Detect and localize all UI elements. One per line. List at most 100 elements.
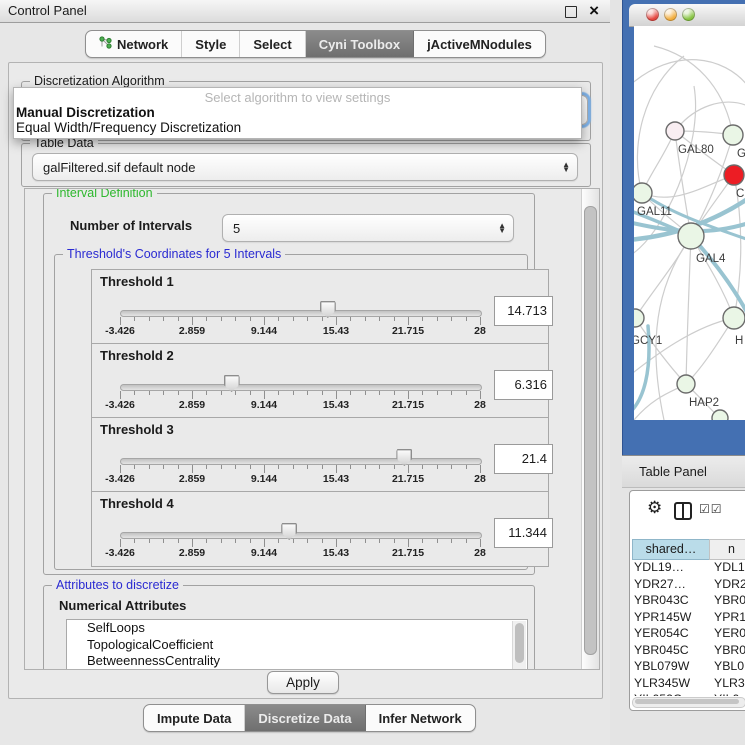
tab-infer-network[interactable]: Infer Network — [366, 705, 475, 731]
table-data-combobox[interactable]: galFiltered.sif default node ▲▼ — [32, 153, 578, 181]
threshold-value-field[interactable]: 6.316 — [494, 370, 553, 400]
select-columns-checkboxes-icon[interactable]: ☑☑ — [699, 502, 723, 516]
table-row[interactable]: YDL19… YDL1 — [632, 559, 745, 576]
minimize-window-button[interactable] — [664, 8, 677, 21]
cell-name[interactable]: YER0 — [714, 625, 745, 642]
table-row[interactable]: YBL079W YBL0 — [632, 658, 745, 675]
cell-name[interactable]: YBR0 — [714, 592, 745, 609]
attribute-item[interactable]: BetweennessCentrality — [67, 653, 527, 670]
combo-stepper-icon: ▲▼ — [562, 154, 570, 180]
cell-shared-name[interactable]: YLR345W — [634, 675, 690, 692]
threshold-slider[interactable]: -3.4262.8599.14415.4321.71528 — [120, 418, 480, 492]
attributes-group-label: Attributes to discretize — [52, 578, 183, 592]
cell-shared-name[interactable]: YBR043C — [634, 592, 689, 609]
columns-icon[interactable] — [674, 502, 692, 520]
cell-shared-name[interactable]: YDR27… — [634, 576, 686, 593]
threshold-value-field[interactable]: 14.713 — [494, 296, 553, 326]
close-window-button[interactable] — [646, 8, 659, 21]
zoom-window-button[interactable] — [682, 8, 695, 21]
tab-select[interactable]: Select — [240, 31, 305, 57]
table-horizontal-scrollbar[interactable] — [632, 697, 745, 708]
table-rows: YDL19…YDL1YDR27…YDR2YBR043CYBR0YPR145WYP… — [632, 559, 745, 696]
attributes-list-scrollbar[interactable] — [512, 621, 526, 670]
network-node-hap2[interactable] — [677, 375, 695, 393]
thresholds-group-label: Threshold's Coordinates for 5 Intervals — [63, 247, 285, 261]
column-header-shared-name[interactable]: shared… — [632, 539, 710, 560]
apply-button[interactable]: Apply — [267, 671, 339, 694]
scrollbar-thumb[interactable] — [635, 699, 739, 704]
table-row[interactable]: YBR045C YBR0 — [632, 642, 745, 659]
network-node-gal4[interactable] — [678, 223, 704, 249]
tab-label: Network — [117, 37, 168, 52]
threshold-row: Threshold 3 -3.4262.8599.14415.4321.7152… — [91, 417, 549, 493]
table-header-row: shared… n — [630, 539, 745, 559]
tab-style[interactable]: Style — [182, 31, 240, 57]
network-node[interactable] — [712, 410, 728, 420]
number-of-intervals-value: 5 — [233, 221, 240, 236]
network-node-gcy1[interactable] — [634, 309, 644, 327]
tab-jactivemnodules[interactable]: jActiveMNodules — [414, 31, 545, 57]
tick-label: 28 — [474, 325, 486, 337]
tick-label: 15.43 — [323, 547, 349, 559]
network-node-gal11[interactable] — [634, 183, 652, 203]
threshold-slider[interactable]: -3.4262.8599.14415.4321.71528 — [120, 344, 480, 418]
cell-shared-name[interactable]: YER054C — [634, 625, 689, 642]
attribute-item[interactable]: SelfLoops — [67, 620, 527, 637]
cell-shared-name[interactable]: YIL052C — [634, 691, 682, 696]
cell-shared-name[interactable]: YBL079W — [634, 658, 689, 675]
tick-label: 9.144 — [251, 325, 277, 337]
algorithm-item-equal-width-frequency[interactable]: Equal Width/Frequency Discretization — [16, 120, 241, 135]
cell-name[interactable]: YPR1 — [714, 609, 745, 626]
float-window-icon[interactable] — [565, 6, 577, 18]
table-row[interactable]: YPR145W YPR1 — [632, 609, 745, 626]
slider-tick-labels: -3.4262.8599.14415.4321.71528 — [120, 399, 480, 412]
table-row[interactable]: YLR345W YLR3 — [632, 675, 745, 692]
gear-icon[interactable]: ⚙ — [647, 498, 662, 518]
slider-track[interactable] — [120, 532, 482, 539]
table-row[interactable]: YER054C YER0 — [632, 625, 745, 642]
tick-label: 2.859 — [179, 547, 205, 559]
cell-name[interactable]: YDL1 — [714, 559, 745, 576]
cell-name[interactable]: YBL0 — [714, 658, 744, 675]
close-icon[interactable]: × — [589, 0, 599, 22]
tick-label: 21.715 — [392, 547, 424, 559]
network-canvas[interactable]: GAL80GACGAL11GAL4GCY1HHAP2 — [634, 26, 745, 420]
slider-track[interactable] — [120, 458, 482, 465]
tab-impute-data[interactable]: Impute Data — [144, 705, 245, 731]
tab-discretize-data[interactable]: Discretize Data — [245, 705, 365, 731]
numerical-attributes-list[interactable]: SelfLoopsTopologicalCoefficientBetweenne… — [66, 619, 528, 670]
table-row[interactable]: YBR043C YBR0 — [632, 592, 745, 609]
cell-shared-name[interactable]: YDL19… — [634, 559, 684, 576]
cell-name[interactable]: YDR2 — [714, 576, 745, 593]
threshold-value-field[interactable]: 21.4 — [494, 444, 553, 474]
cell-name[interactable]: YIL0 — [714, 691, 739, 696]
slider-track[interactable] — [120, 310, 482, 317]
table-row[interactable]: YDR27… YDR2 — [632, 576, 745, 593]
attribute-item[interactable]: TopologicalCoefficient — [67, 637, 527, 654]
network-node-h[interactable] — [723, 307, 745, 329]
threshold-slider[interactable]: -3.4262.8599.14415.4321.71528 — [120, 492, 480, 566]
network-node-c[interactable] — [724, 165, 744, 185]
cell-shared-name[interactable]: YBR045C — [634, 642, 689, 659]
network-node-gal80[interactable] — [666, 122, 684, 140]
threshold-slider[interactable]: -3.4262.8599.14415.4321.71528 — [120, 270, 480, 344]
node-label: HAP2 — [689, 397, 719, 409]
table-panel-title: Table Panel — [639, 464, 707, 479]
tab-network[interactable]: Network — [86, 31, 182, 57]
tick-label: 28 — [474, 547, 486, 559]
algorithm-item-manual-discretization[interactable]: Manual Discretization — [16, 105, 155, 120]
algorithm-placeholder-item[interactable]: Select algorithm to view settings — [14, 90, 581, 105]
settings-vertical-scrollbar[interactable] — [581, 189, 599, 669]
threshold-value-field[interactable]: 11.344 — [494, 518, 553, 548]
cell-name[interactable]: YLR3 — [714, 675, 745, 692]
number-of-intervals-combobox[interactable]: 5 ▲▼ — [222, 214, 514, 242]
tab-cyni-toolbox[interactable]: Cyni Toolbox — [306, 31, 414, 57]
cell-name[interactable]: YBR0 — [714, 642, 745, 659]
column-header-name[interactable]: n — [709, 539, 745, 560]
cell-shared-name[interactable]: YPR145W — [634, 609, 691, 626]
scrollbar-thumb[interactable] — [584, 206, 597, 655]
table-row[interactable]: YIL052C YIL0 — [632, 691, 745, 696]
slider-track[interactable] — [120, 384, 482, 391]
network-node-ga[interactable] — [723, 125, 743, 145]
tick-label: -3.426 — [105, 399, 135, 411]
